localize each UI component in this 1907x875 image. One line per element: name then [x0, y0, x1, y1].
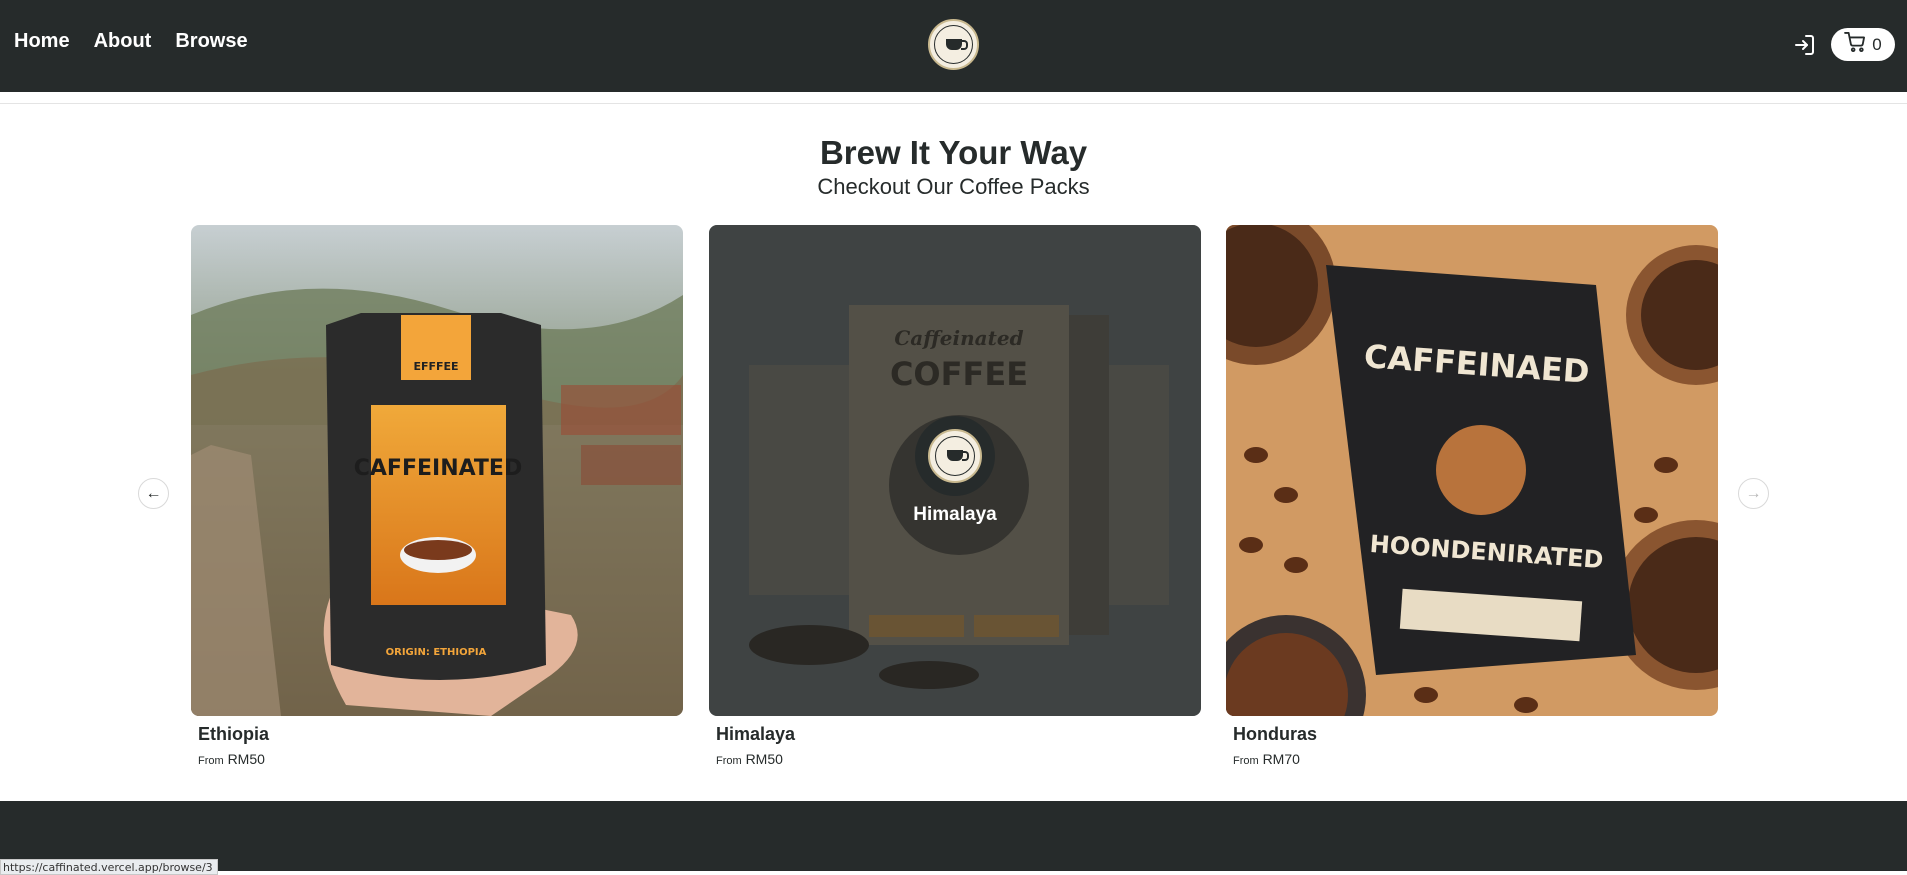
product-image-himalaya[interactable]: Caffeinated COFFEE Himalaya [709, 225, 1201, 716]
product-name[interactable]: Honduras [1233, 724, 1317, 745]
product-hover-overlay[interactable]: Himalaya [709, 225, 1201, 716]
hover-label: Himalaya [913, 503, 997, 525]
divider [0, 103, 1907, 104]
price-prefix: From [716, 755, 742, 767]
status-bar-url: https://caffinated.vercel.app/browse/3 [0, 859, 218, 875]
cart-icon [1844, 31, 1866, 57]
footer [0, 801, 1907, 871]
product-price: From RM50 [198, 751, 265, 767]
product-card-honduras[interactable]: CAFFEINAED HOONDENIRATED Honduras From R… [1226, 225, 1718, 767]
product-price: From RM50 [716, 751, 783, 767]
product-image-honduras[interactable]: CAFFEINAED HOONDENIRATED [1226, 225, 1718, 716]
product-card-himalaya[interactable]: Caffeinated COFFEE Himalaya Himalaya Fro… [709, 225, 1201, 767]
price-prefix: From [1233, 755, 1259, 767]
section-subtitle: Checkout Our Coffee Packs [817, 174, 1090, 199]
price-value: RM50 [227, 751, 265, 767]
svg-text:EFFFEE: EFFFEE [413, 360, 458, 373]
cart-count: 0 [1872, 34, 1882, 54]
svg-text:CAFFEINATED: CAFFEINATED [354, 456, 522, 481]
price-value: RM50 [745, 751, 783, 767]
nav-browse[interactable]: Browse [175, 30, 247, 53]
cart-button[interactable]: 0 [1831, 28, 1895, 61]
product-card-ethiopia[interactable]: EFFFEE CAFFEINATED ORIGIN: ETHIOPIA Ethi… [191, 225, 683, 767]
logo-cup-icon [934, 25, 973, 64]
price-prefix: From [198, 755, 224, 767]
product-name[interactable]: Himalaya [716, 724, 795, 745]
product-name[interactable]: Ethiopia [198, 724, 269, 745]
svg-text:ORIGIN: ETHIOPIA: ORIGIN: ETHIOPIA [386, 647, 487, 658]
main-nav: Home About Browse [14, 30, 248, 53]
carousel-next-button[interactable]: → [1738, 478, 1769, 509]
arrow-right-icon: → [1745, 484, 1762, 502]
login-icon[interactable] [1792, 33, 1816, 57]
product-price: From RM70 [1233, 751, 1300, 767]
nav-home[interactable]: Home [14, 30, 70, 53]
top-navbar: Home About Browse 0 [0, 0, 1907, 92]
carousel-prev-button[interactable]: ← [138, 478, 169, 509]
product-image-ethiopia[interactable]: EFFFEE CAFFEINATED ORIGIN: ETHIOPIA [191, 225, 683, 716]
brand-logo[interactable] [928, 19, 979, 70]
vintage-caffeine-logo-icon [915, 415, 995, 496]
section-title: Brew It Your Way [819, 134, 1088, 171]
arrow-left-icon: ← [145, 484, 162, 502]
nav-about[interactable]: About [94, 30, 152, 53]
price-value: RM70 [1262, 751, 1300, 767]
